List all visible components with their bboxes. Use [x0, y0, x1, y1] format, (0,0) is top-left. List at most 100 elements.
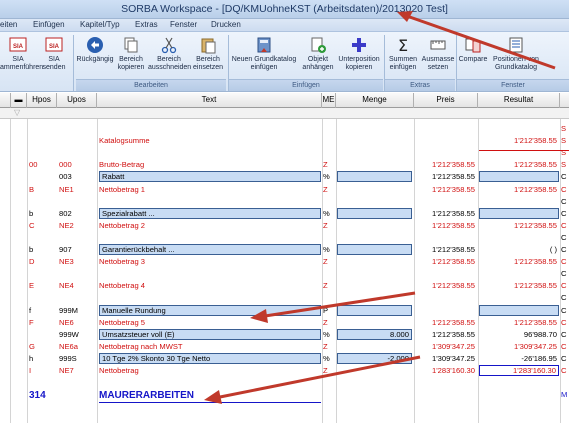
- cell-hpos[interactable]: C: [29, 220, 57, 232]
- cell-hpos[interactable]: F: [29, 317, 57, 329]
- cell-hpos[interactable]: G: [29, 341, 57, 353]
- cell-menge[interactable]: [337, 280, 412, 292]
- cell-hpos[interactable]: 314: [29, 389, 57, 403]
- cell-resultat[interactable]: ( ): [479, 244, 559, 256]
- cell-menge[interactable]: [337, 123, 412, 135]
- cell-me[interactable]: [323, 135, 336, 147]
- header-menge[interactable]: Menge: [336, 93, 414, 108]
- cell-resultat[interactable]: 1'212'358.55: [479, 184, 559, 196]
- cell-preis[interactable]: 1'212'358.55: [415, 171, 477, 183]
- cell-preis[interactable]: 1'212'358.55: [415, 184, 477, 196]
- header-resultat[interactable]: Resultat: [478, 93, 560, 108]
- cell-text[interactable]: [99, 377, 321, 389]
- cell-text[interactable]: Brutto-Betrag: [99, 159, 321, 171]
- copy-range-button[interactable]: Bereich kopieren: [113, 36, 149, 72]
- cell-upos[interactable]: NE2: [59, 220, 97, 232]
- cell-resultat[interactable]: [479, 171, 559, 183]
- cell-menge[interactable]: [337, 341, 412, 353]
- cell-upos[interactable]: 999W: [59, 329, 97, 341]
- table-row[interactable]: h 999S 10 Tge 2% Skonto 30 Tge Netto% -2.00…: [0, 352, 569, 365]
- cell-upos[interactable]: 907: [59, 244, 97, 256]
- cell-text[interactable]: [99, 123, 321, 135]
- header-extra[interactable]: [560, 93, 569, 108]
- cell-text[interactable]: Umsatzsteuer voll (E): [99, 328, 321, 340]
- cell-hpos[interactable]: b: [29, 208, 57, 220]
- cell-hpos[interactable]: D: [29, 256, 57, 268]
- table-row[interactable]: C: [0, 196, 569, 208]
- cell-upos[interactable]: [59, 135, 97, 147]
- cell-preis[interactable]: 1'212'358.55: [415, 208, 477, 220]
- cell-text[interactable]: [99, 196, 321, 208]
- menu-fenster[interactable]: Fenster: [170, 20, 197, 29]
- cell-upos[interactable]: 999S: [59, 353, 97, 365]
- cell-text[interactable]: Nettobetrag 3: [99, 256, 321, 268]
- copy-subposition-button[interactable]: Unterposition kopieren: [336, 36, 382, 72]
- cell-upos[interactable]: [59, 147, 97, 159]
- cell-me[interactable]: %: [323, 353, 336, 365]
- cell-me[interactable]: [323, 292, 336, 304]
- cell-me[interactable]: %: [323, 329, 336, 341]
- table-row[interactable]: [0, 377, 569, 389]
- cell-text[interactable]: Nettobetrag 1: [99, 184, 321, 196]
- table-row[interactable]: C: [0, 268, 569, 280]
- cell-text[interactable]: [99, 292, 321, 304]
- menu-kapitel-typ[interactable]: Kapitel/Typ: [80, 20, 120, 29]
- cell-upos[interactable]: [59, 377, 97, 389]
- cell-resultat[interactable]: 96'988.70: [479, 329, 559, 341]
- cell-menge[interactable]: [337, 207, 412, 219]
- cell-me[interactable]: Z: [323, 317, 336, 329]
- cell-preis[interactable]: [415, 268, 477, 280]
- filter-icon[interactable]: ▽: [14, 108, 20, 117]
- cell-me[interactable]: Z: [323, 365, 336, 377]
- cell-menge[interactable]: [337, 389, 412, 401]
- menu-bearbeiten[interactable]: eiten: [0, 20, 17, 29]
- cell-resultat[interactable]: [479, 207, 559, 219]
- cell-resultat[interactable]: [479, 232, 559, 244]
- cell-resultat[interactable]: 1'212'358.55: [479, 280, 559, 292]
- cell-resultat[interactable]: -26'186.95: [479, 353, 559, 365]
- cell-resultat[interactable]: [479, 196, 559, 208]
- cell-text[interactable]: MAURERARBEITEN: [99, 389, 321, 404]
- cell-hpos[interactable]: [29, 329, 57, 341]
- cell-preis[interactable]: 1'212'358.55: [415, 256, 477, 268]
- cell-hpos[interactable]: [29, 268, 57, 280]
- cell-hpos[interactable]: f: [29, 305, 57, 317]
- table-row[interactable]: C: [0, 232, 569, 244]
- cell-menge[interactable]: [337, 268, 412, 280]
- cell-preis[interactable]: [415, 135, 477, 147]
- cell-resultat[interactable]: 1'212'358.55: [479, 256, 559, 268]
- header-text[interactable]: Text: [97, 93, 322, 108]
- cell-hpos[interactable]: I: [29, 365, 57, 377]
- cell-text[interactable]: [99, 268, 321, 280]
- cell-upos[interactable]: [59, 389, 97, 401]
- cell-hpos[interactable]: [29, 232, 57, 244]
- positions-from-catalog-button[interactable]: Positionen von Grundkatalog: [487, 36, 545, 72]
- cell-hpos[interactable]: [29, 377, 57, 389]
- cell-resultat[interactable]: [479, 123, 559, 135]
- cell-upos[interactable]: [59, 196, 97, 208]
- cell-preis[interactable]: 1'212'358.55: [415, 244, 477, 256]
- cell-me[interactable]: Z: [323, 280, 336, 292]
- cell-hpos[interactable]: E: [29, 280, 57, 292]
- cell-me[interactable]: Z: [323, 341, 336, 353]
- cell-menge[interactable]: [337, 317, 412, 329]
- cell-preis[interactable]: 1'212'358.55: [415, 280, 477, 292]
- cell-menge[interactable]: [337, 135, 412, 147]
- table-row[interactable]: Katalogsumme 1'212'358.55 S: [0, 135, 569, 147]
- cell-text[interactable]: Nettobetrag nach MWST: [99, 341, 321, 353]
- header-expand[interactable]: [0, 93, 11, 108]
- cell-hpos[interactable]: b: [29, 244, 57, 256]
- cell-me[interactable]: [323, 232, 336, 244]
- menu-einfuegen[interactable]: Einfügen: [33, 20, 65, 29]
- cell-hpos[interactable]: [29, 135, 57, 147]
- cell-me[interactable]: [323, 268, 336, 280]
- cell-text[interactable]: Garantierückbehalt ...: [99, 244, 321, 255]
- cell-hpos[interactable]: [29, 196, 57, 208]
- cell-menge[interactable]: [337, 365, 412, 377]
- insert-sums-button[interactable]: Σ Summen einfügen: [385, 36, 421, 72]
- menu-extras[interactable]: Extras: [135, 20, 158, 29]
- cell-menge[interactable]: [337, 184, 412, 196]
- cell-resultat[interactable]: 1'212'358.55: [479, 159, 559, 171]
- cell-menge[interactable]: [337, 244, 412, 255]
- cell-hpos[interactable]: 00: [29, 159, 57, 171]
